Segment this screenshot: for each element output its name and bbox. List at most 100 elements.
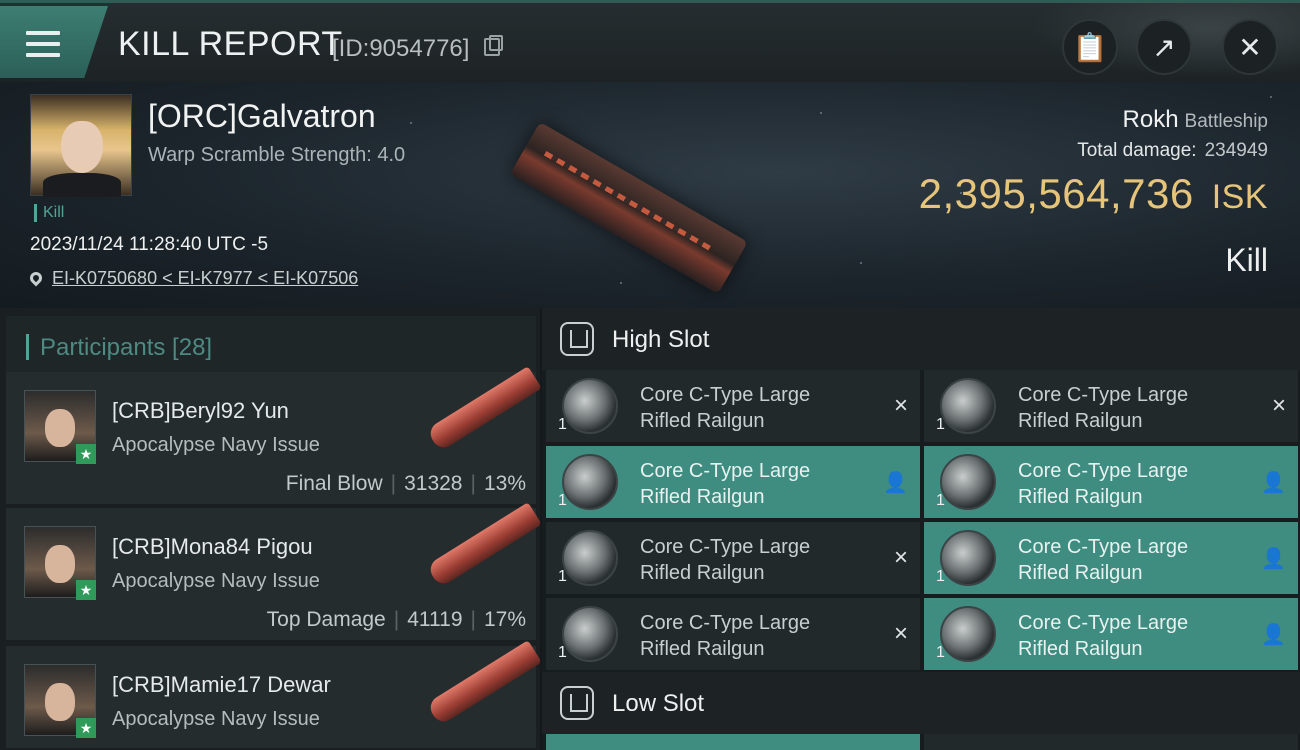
destroyed-icon: ×: [893, 392, 908, 419]
participant-percent: 17%: [483, 608, 526, 631]
participant-card[interactable]: ★ [CRB]Beryl92 Yun Apocalypse Navy Issue…: [6, 366, 542, 506]
header-accent: [26, 334, 29, 360]
module-quantity: 1: [558, 568, 567, 585]
star-icon: ★: [76, 718, 96, 738]
module-quantity: 1: [558, 492, 567, 509]
module-name: Core C-Type Large Rifled Railgun: [640, 612, 811, 660]
module-item[interactable]: 1 Core C-Type Large Rifled Railgun 👤: [546, 446, 920, 518]
report-id: [ID:9054776]: [332, 35, 470, 62]
dropped-person-icon: 👤: [1261, 624, 1286, 646]
participants-title: Participants [28]: [40, 334, 213, 361]
participant-card[interactable]: ★ [CRB]Mamie17 Dewar Apocalypse Navy Iss…: [6, 640, 542, 750]
participant-card[interactable]: ★ [CRB]Mona84 Pigou Apocalypse Navy Issu…: [6, 502, 542, 642]
participant-name: [CRB]Beryl92 Yun: [112, 398, 289, 423]
total-damage-value: 234949: [1204, 140, 1268, 161]
participant-ship-image: [426, 502, 542, 588]
participant-ship: Apocalypse Navy Issue: [112, 708, 320, 730]
page-title: KILL REPORT: [118, 25, 343, 63]
close-button[interactable]: ✕: [1222, 19, 1278, 75]
ship-name: Rokh: [1122, 106, 1179, 133]
kill-location[interactable]: EI-K0750680 < EI-K7977 < EI-K07506: [27, 268, 358, 289]
total-damage-label: Total damage:: [1077, 140, 1197, 161]
module-item[interactable]: 1 Core C-Type Large Rifled Railgun ×: [546, 370, 920, 442]
railgun-icon: [940, 530, 996, 586]
module-item[interactable]: [924, 734, 1298, 750]
participant-tag: Top Damage: [266, 608, 386, 631]
ship-class: Battleship: [1184, 111, 1268, 132]
module-name: Core C-Type Large Rifled Railgun: [640, 536, 811, 584]
destroyed-icon: ×: [893, 544, 908, 571]
isk-amount: 2,395,564,736: [918, 170, 1194, 217]
victim-portrait[interactable]: [30, 94, 132, 197]
module-item[interactable]: 1 Core C-Type Large Rifled Railgun 👤: [924, 446, 1298, 518]
victim-ship-image: [510, 122, 748, 294]
warp-scramble-strength: Warp Scramble Strength: 4.0: [148, 144, 406, 166]
railgun-icon: [562, 530, 618, 586]
participants-panel: Participants [28] ★ [CRB]Beryl92 Yun Apo…: [0, 308, 542, 750]
hamburger-icon: [26, 31, 60, 57]
module-item[interactable]: 1 Core C-Type Large Rifled Railgun 👤: [924, 522, 1298, 594]
railgun-icon: [562, 378, 618, 434]
railgun-icon: [562, 454, 618, 510]
module-item[interactable]: 1 Core C-Type Large Rifled Railgun ×: [924, 370, 1298, 442]
module-name: Core C-Type Large Rifled Railgun: [1018, 460, 1189, 508]
participant-ship: Apocalypse Navy Issue: [112, 434, 320, 456]
participant-damage: 31328: [404, 472, 463, 495]
destroyed-icon: ×: [893, 620, 908, 647]
participants-header[interactable]: Participants [28]: [6, 316, 536, 372]
clipboard-button[interactable]: 📋: [1062, 19, 1118, 75]
close-icon: ✕: [1238, 31, 1262, 63]
star-icon: ★: [76, 444, 96, 464]
participant-name: [CRB]Mona84 Pigou: [112, 534, 313, 559]
dropped-person-icon: 👤: [1261, 548, 1286, 570]
isk-value: 2,395,564,736 ISK: [919, 170, 1268, 218]
kill-datetime: 2023/11/24 11:28:40 UTC -5: [30, 234, 269, 255]
dropped-person-icon: 👤: [1261, 472, 1286, 494]
isk-unit: ISK: [1211, 178, 1268, 216]
menu-button[interactable]: [0, 6, 108, 78]
module-quantity: 1: [558, 644, 567, 661]
module-name: Core C-Type Large Rifled Railgun: [1018, 612, 1189, 660]
railgun-icon: [940, 454, 996, 510]
ship-type: Rokh Battleship: [1123, 106, 1268, 134]
top-bar: KILL REPORT [ID:9054776] 📋 ↗ ✕: [0, 0, 1300, 85]
railgun-icon: [940, 606, 996, 662]
participant-stats: Top Damage | 41119 | 17%: [266, 608, 526, 631]
module-quantity: 1: [936, 416, 945, 433]
module-item[interactable]: 1 Core C-Type Large Rifled Railgun ×: [546, 522, 920, 594]
module-name: Core C-Type Large Rifled Railgun: [1018, 384, 1189, 432]
share-icon: ↗: [1152, 31, 1176, 63]
kill-result: Kill: [1225, 242, 1268, 278]
module-quantity: 1: [936, 492, 945, 509]
module-quantity: 1: [558, 416, 567, 433]
high-slot-title: High Slot: [612, 326, 710, 353]
participant-tag: Final Blow: [285, 472, 383, 495]
module-item[interactable]: 1 Core C-Type Large Rifled Railgun ×: [546, 598, 920, 670]
high-slot-icon: [560, 322, 594, 356]
victim-name[interactable]: [ORC]Galvatron: [148, 98, 376, 135]
destroyed-icon: ×: [1271, 392, 1286, 419]
high-slot-header: High Slot: [542, 308, 1300, 370]
star-icon: ★: [76, 580, 96, 600]
location-path[interactable]: EI-K0750680 < EI-K7977 < EI-K07506: [52, 268, 358, 288]
low-slot-title: Low Slot: [612, 690, 705, 717]
location-pin-icon: [27, 269, 45, 287]
clipboard-icon: 📋: [1072, 31, 1108, 63]
total-damage: Total damage: 234949: [1077, 140, 1268, 162]
module-item[interactable]: [546, 734, 920, 750]
fitting-panel: High Slot 1 Core C-Type Large Rifled Rail…: [542, 308, 1300, 750]
dropped-person-icon: 👤: [883, 472, 908, 494]
module-name: Core C-Type Large Rifled Railgun: [1018, 536, 1189, 584]
participant-ship-image: [426, 640, 542, 726]
participant-stats: Final Blow | 31328 | 13%: [285, 472, 526, 495]
module-item[interactable]: 1 Core C-Type Large Rifled Railgun 👤: [924, 598, 1298, 670]
module-name: Core C-Type Large Rifled Railgun: [640, 460, 811, 508]
kill-tag: Kill: [34, 204, 64, 222]
module-quantity: 1: [936, 644, 945, 661]
low-slot-icon: [560, 686, 594, 720]
copy-id-icon[interactable]: [484, 35, 503, 56]
victim-banner: [ORC]Galvatron Warp Scramble Strength: 4…: [0, 82, 1300, 308]
low-slot-header: Low Slot: [542, 672, 1300, 734]
share-button[interactable]: ↗: [1136, 19, 1192, 75]
participant-ship: Apocalypse Navy Issue: [112, 570, 320, 592]
